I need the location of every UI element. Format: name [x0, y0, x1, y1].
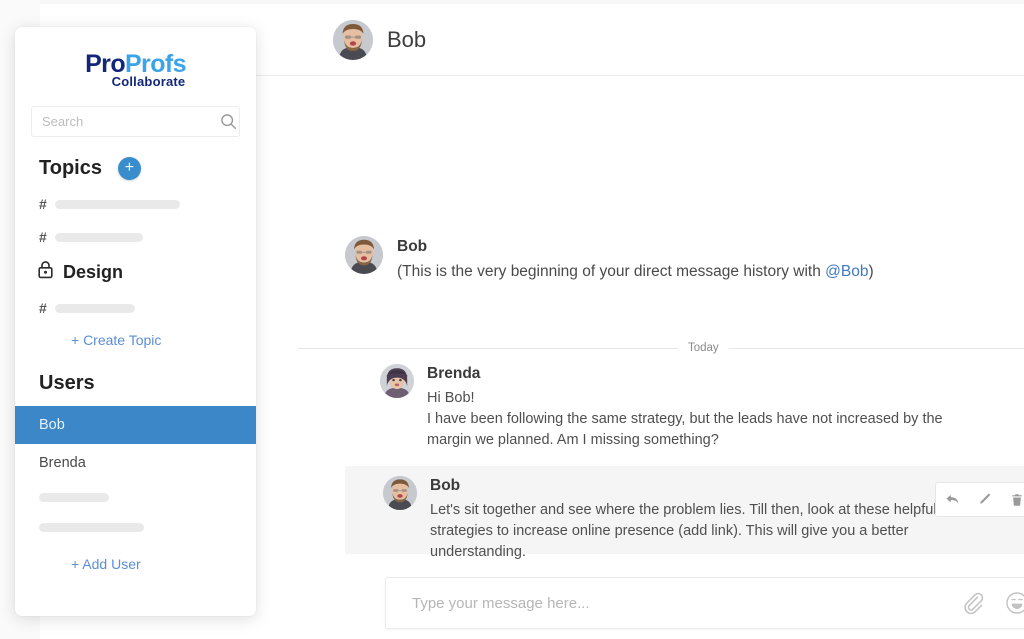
app-logo: ProProfs Collaborate [15, 52, 256, 89]
user-placeholder-bar [39, 492, 109, 502]
bob-avatar [383, 476, 417, 510]
message-content: Bob Let's sit together and see where the… [383, 476, 950, 563]
topic-design-label: Design [63, 261, 124, 282]
app-window: Bob Bob (This is the very beginning of y… [0, 0, 1024, 639]
topic-placeholder-bar [55, 232, 143, 242]
page-title: Bob [387, 26, 427, 52]
search-icon[interactable] [218, 113, 239, 130]
user-item-placeholder [15, 482, 256, 512]
conversation-intro: Bob (This is the very beginning of your … [345, 236, 985, 283]
search-input[interactable] [32, 114, 218, 129]
user-placeholder-bar [39, 522, 144, 532]
message-input[interactable] [386, 594, 956, 612]
hash-icon: # [39, 196, 47, 212]
topic-item-design[interactable]: Design [37, 260, 256, 284]
message-author: Brenda [427, 365, 481, 382]
add-topic-button[interactable]: + [117, 157, 141, 180]
divider-line-left [298, 347, 678, 349]
add-topic-button-label: + [124, 158, 135, 176]
intro-text: (This is the very beginning of your dire… [397, 261, 874, 283]
user-item-placeholder [15, 512, 256, 542]
attachment-icon[interactable] [956, 586, 990, 620]
divider-line-right [728, 347, 1024, 349]
add-user-link[interactable]: + Add User [71, 556, 256, 572]
message-row-highlighted: Bob Let's sit together and see where the… [345, 466, 1024, 560]
users-title: Users [39, 372, 95, 394]
message-row: Brenda Hi Bob! I have been following the… [380, 364, 980, 451]
message-text-line: Let's sit together and see where the pro… [430, 502, 937, 560]
hash-icon: # [39, 229, 47, 245]
message-text-line: I have been following the same strategy,… [427, 411, 943, 448]
intro-text-before: (This is the very beginning of your dire… [397, 263, 826, 280]
topic-item[interactable]: # [39, 192, 256, 216]
message-author: Bob [430, 477, 461, 494]
bob-avatar [333, 19, 373, 60]
brenda-avatar [380, 364, 414, 398]
intro-text-after: ) [868, 263, 874, 280]
bob-avatar [345, 236, 383, 274]
message-composer[interactable] [385, 577, 1024, 629]
topics-section-header: Topics + [39, 157, 240, 180]
topic-placeholder-bar [55, 303, 135, 313]
message-author: Bob [397, 238, 428, 255]
topic-placeholder-bar [55, 199, 180, 209]
delete-icon[interactable] [1006, 489, 1024, 511]
logo-subtitle: Collaborate [111, 74, 186, 89]
mention-link[interactable]: @Bob [825, 263, 868, 280]
day-divider-label: Today [688, 342, 719, 354]
edit-icon[interactable] [973, 489, 995, 511]
topic-item[interactable]: # [39, 225, 256, 249]
hash-icon: # [39, 300, 47, 316]
message-actions-toolbar [935, 482, 1024, 517]
lock-icon [37, 260, 54, 284]
sidebar-item-user-brenda[interactable]: Brenda [15, 444, 256, 482]
users-section-header: Users [39, 372, 240, 395]
message-text-line: Hi Bob! [427, 390, 475, 406]
emoji-icon[interactable] [1000, 586, 1024, 620]
reply-icon[interactable] [941, 489, 963, 511]
day-divider: Today [298, 340, 1024, 356]
search-box[interactable] [31, 106, 240, 137]
create-topic-link[interactable]: + Create Topic [71, 332, 256, 348]
topic-item[interactable]: # [39, 296, 256, 320]
sidebar: ProProfs Collaborate Topics + # # [15, 27, 256, 616]
sidebar-item-user-bob[interactable]: Bob [15, 406, 256, 444]
topics-title: Topics [39, 157, 102, 179]
